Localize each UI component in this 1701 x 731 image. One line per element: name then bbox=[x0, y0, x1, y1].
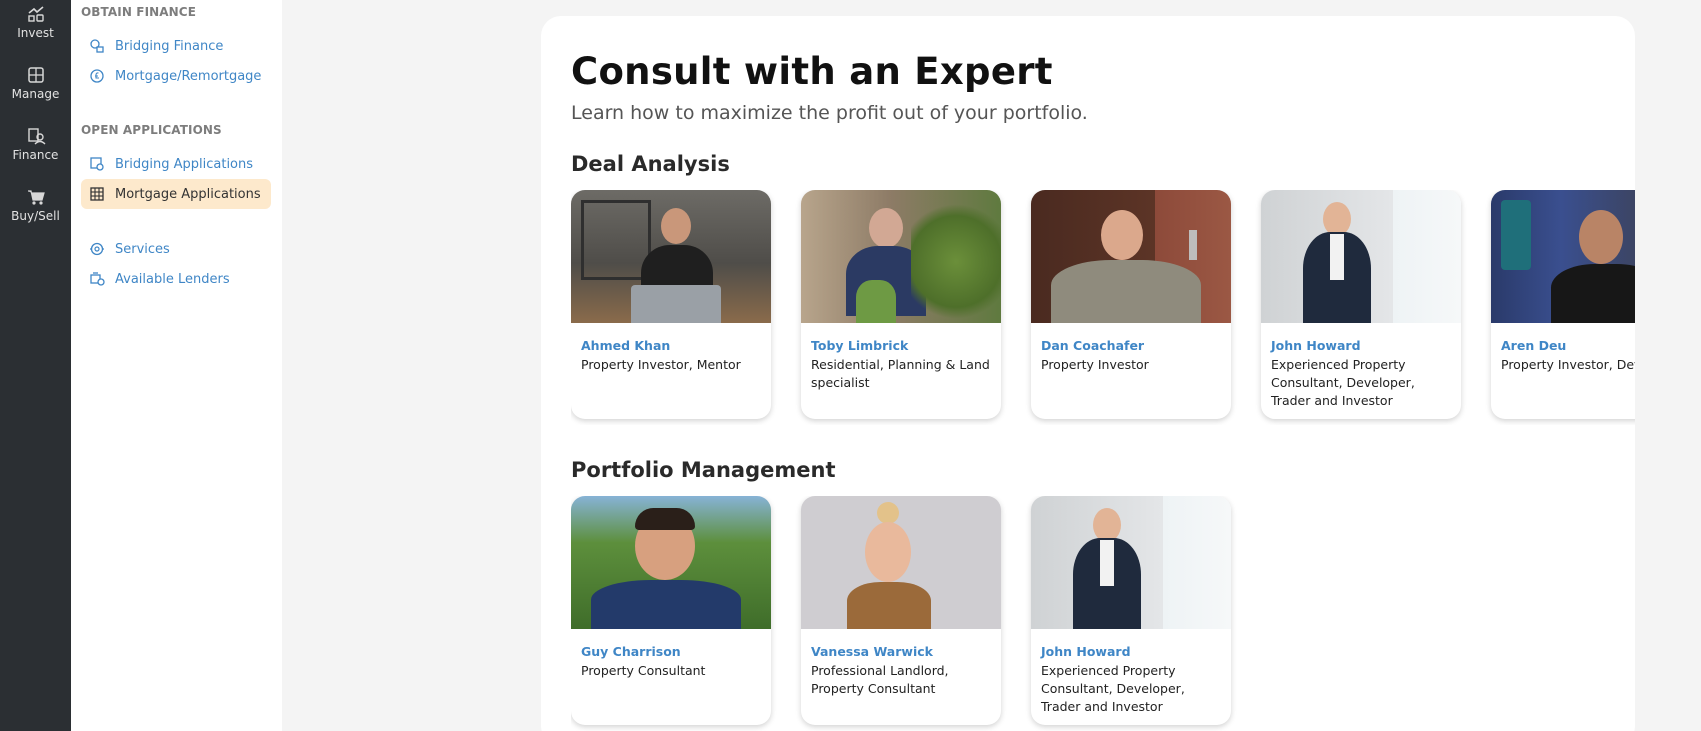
rail-item-manage[interactable]: Manage bbox=[0, 65, 71, 101]
expert-card[interactable]: John Howard Experienced Property Consult… bbox=[1031, 496, 1231, 725]
section-heading-portfolio-management: Portfolio Management bbox=[571, 458, 836, 482]
expert-photo bbox=[571, 190, 771, 323]
sidebar-item-label: Available Lenders bbox=[115, 271, 230, 287]
sidebar-item-available-lenders[interactable]: Available Lenders bbox=[81, 264, 271, 294]
finance-sidebar: OBTAIN FINANCE Bridging Finance Mortgage… bbox=[71, 0, 282, 731]
expert-row-deal-analysis[interactable]: Ahmed Khan Property Investor, Mentor Tob… bbox=[571, 190, 1635, 425]
sidebar-item-services[interactable]: Services bbox=[81, 234, 271, 264]
table-icon bbox=[89, 186, 105, 202]
page-title: Consult with an Expert bbox=[571, 50, 1053, 93]
page-subtitle: Learn how to maximize the profit out of … bbox=[571, 102, 1088, 124]
expert-role: Professional Landlord, Property Consulta… bbox=[811, 663, 949, 696]
expert-photo bbox=[1031, 496, 1231, 629]
expert-card[interactable]: Toby Limbrick Residential, Planning & La… bbox=[801, 190, 1001, 419]
expert-name: Guy Charrison bbox=[581, 644, 681, 659]
expert-card[interactable]: Dan Coachafer Property Investor bbox=[1031, 190, 1231, 419]
sidebar-item-bridging-applications[interactable]: Bridging Applications bbox=[81, 149, 271, 179]
rail-item-invest[interactable]: Invest bbox=[0, 4, 71, 40]
expert-role: Experienced Property Consultant, Develop… bbox=[1271, 357, 1415, 408]
sidebar-item-mortgage-remortgage[interactable]: Mortgage/Remortgage bbox=[81, 61, 271, 91]
expert-photo bbox=[1261, 190, 1461, 323]
expert-consult-panel: Consult with an Expert Learn how to maxi… bbox=[541, 16, 1635, 731]
sidebar-item-mortgage-applications[interactable]: Mortgage Applications bbox=[81, 179, 271, 209]
app-rail: Invest Manage Finance Buy/Sell bbox=[0, 0, 71, 731]
sidebar-item-label: Services bbox=[115, 241, 170, 257]
bridging-applications-icon bbox=[89, 156, 105, 172]
expert-name: Ahmed Khan bbox=[581, 338, 671, 353]
section-title-open-applications: OPEN APPLICATIONS bbox=[81, 123, 222, 137]
expert-photo bbox=[801, 496, 1001, 629]
expert-name: Dan Coachafer bbox=[1041, 338, 1145, 353]
rail-label: Invest bbox=[17, 26, 54, 40]
invest-icon bbox=[27, 6, 44, 22]
rail-item-finance[interactable]: Finance bbox=[0, 126, 71, 162]
expert-photo bbox=[571, 496, 771, 629]
expert-role: Property Investor bbox=[1041, 357, 1149, 372]
expert-name: Toby Limbrick bbox=[811, 338, 909, 353]
rail-label: Finance bbox=[12, 148, 59, 162]
expert-card[interactable]: Aren Deu Property Investor, Developer bbox=[1491, 190, 1635, 419]
expert-name: John Howard bbox=[1271, 338, 1361, 353]
section-heading-deal-analysis: Deal Analysis bbox=[571, 152, 730, 176]
expert-card[interactable]: Guy Charrison Property Consultant bbox=[571, 496, 771, 725]
rail-label: Manage bbox=[11, 87, 60, 101]
mortgage-icon bbox=[89, 68, 105, 84]
sidebar-item-bridging-finance[interactable]: Bridging Finance bbox=[81, 31, 271, 61]
lenders-icon bbox=[89, 271, 105, 287]
expert-card[interactable]: Ahmed Khan Property Investor, Mentor bbox=[571, 190, 771, 419]
sidebar-item-label: Bridging Applications bbox=[115, 156, 254, 172]
sidebar-item-label: Mortgage Applications bbox=[115, 186, 261, 202]
expert-card[interactable]: John Howard Experienced Property Consult… bbox=[1261, 190, 1461, 419]
cart-icon bbox=[27, 190, 45, 205]
rail-item-buy-sell[interactable]: Buy/Sell bbox=[0, 187, 71, 223]
manage-icon bbox=[27, 67, 44, 83]
expert-role: Property Investor, Mentor bbox=[581, 357, 741, 372]
expert-photo bbox=[1031, 190, 1231, 323]
expert-role: Residential, Planning & Land specialist bbox=[811, 357, 990, 390]
expert-row-portfolio-management[interactable]: Guy Charrison Property Consultant Vaness… bbox=[571, 496, 1635, 731]
sidebar-item-label: Bridging Finance bbox=[115, 38, 224, 54]
expert-name: Aren Deu bbox=[1501, 338, 1567, 353]
section-title-obtain-finance: OBTAIN FINANCE bbox=[81, 5, 197, 19]
expert-name: John Howard bbox=[1041, 644, 1131, 659]
finance-icon bbox=[27, 128, 45, 145]
expert-card[interactable]: Vanessa Warwick Professional Landlord, P… bbox=[801, 496, 1001, 725]
expert-photo bbox=[1491, 190, 1635, 323]
expert-role: Experienced Property Consultant, Develop… bbox=[1041, 663, 1185, 714]
bridging-finance-icon bbox=[89, 38, 105, 54]
expert-role: Property Consultant bbox=[581, 663, 706, 678]
expert-name: Vanessa Warwick bbox=[811, 644, 933, 659]
expert-role: Property Investor, Developer bbox=[1501, 357, 1635, 372]
sidebar-item-label: Mortgage/Remortgage bbox=[115, 68, 262, 84]
expert-photo bbox=[801, 190, 1001, 323]
rail-label: Buy/Sell bbox=[11, 209, 60, 223]
services-icon bbox=[89, 241, 105, 257]
